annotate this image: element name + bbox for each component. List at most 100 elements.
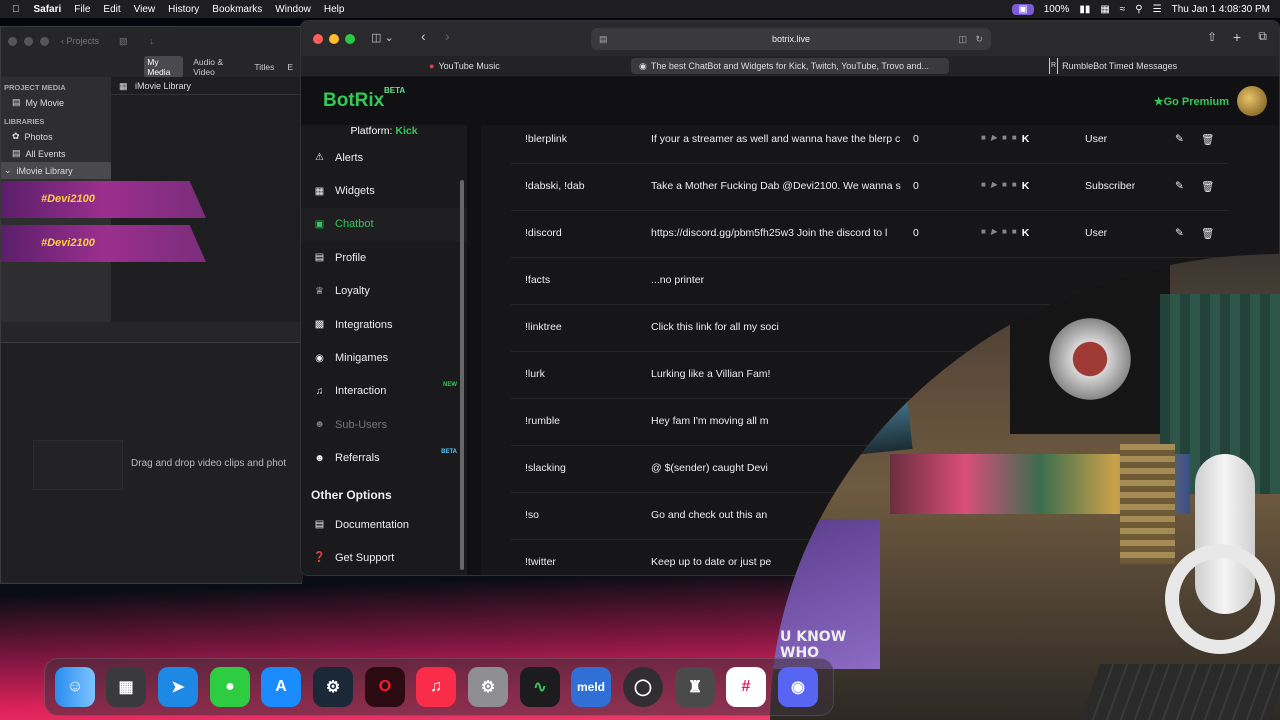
sidebar-item-photos[interactable]: ✿ Photos	[1, 128, 111, 145]
reload-icon[interactable]: ↻	[975, 28, 983, 50]
search-icon[interactable]: ⚲	[1135, 4, 1142, 15]
sidebar-item-imovie-library[interactable]: ⌄ iMovie Library	[1, 162, 111, 179]
tab-my-media[interactable]: My Media	[144, 56, 184, 78]
sidebar-item-get-support[interactable]: ❓ Get Support	[301, 541, 467, 574]
sidebar-item-loyalty[interactable]: ♕ Loyalty	[301, 275, 467, 308]
grid-icon[interactable]: ▦	[119, 81, 128, 91]
menu-bookmarks[interactable]: Bookmarks	[212, 4, 262, 15]
sidebar-item-all-events[interactable]: ▤ All Events	[1, 145, 111, 162]
rumble-icon[interactable]: ■	[1012, 133, 1017, 145]
title-clip[interactable]: #Devi2100	[1, 181, 206, 218]
music-icon[interactable]: ♫	[416, 667, 456, 707]
sidebar-item-profile[interactable]: ▤ Profile	[301, 241, 467, 274]
sidebar-item-widgets[interactable]: ▦ Widgets	[301, 174, 467, 207]
tor-icon[interactable]: ♜	[675, 667, 715, 707]
messages-icon[interactable]: ●	[210, 667, 250, 707]
timeline-slot[interactable]	[33, 440, 123, 490]
sidebar-item-documentation[interactable]: ▤ Documentation	[301, 508, 467, 541]
go-premium-button[interactable]: ★Go Premium	[1154, 95, 1229, 108]
rumble-icon[interactable]: ■	[1012, 180, 1017, 192]
menu-view[interactable]: View	[134, 4, 156, 15]
trovo-icon[interactable]: ■	[1002, 180, 1007, 192]
sidebar-item-alerts[interactable]: ⚠ Alerts	[301, 141, 467, 174]
trash-icon[interactable]: 🗑	[1201, 180, 1214, 193]
new-tab-icon[interactable]: +	[1233, 29, 1241, 45]
finder-icon[interactable]: ☺	[55, 667, 95, 707]
meld-icon[interactable]: meld	[571, 667, 611, 707]
sidebar-item-sub-users[interactable]: ☻ Sub-Users	[301, 408, 467, 441]
menu-edit[interactable]: Edit	[103, 4, 120, 15]
minimize-button[interactable]	[329, 34, 339, 44]
tab-rumblebot[interactable]: R RumbleBot Timed Messages	[1049, 58, 1177, 74]
menu-window[interactable]: Window	[275, 4, 311, 15]
battery-icon[interactable]: ▮▮	[1079, 4, 1090, 15]
app-store-icon[interactable]: A	[261, 667, 301, 707]
steam-icon[interactable]: ⚙	[313, 667, 353, 707]
avatar[interactable]	[1237, 86, 1267, 116]
tab-effects[interactable]: E	[284, 61, 296, 73]
kick-icon[interactable]: K	[1022, 227, 1030, 239]
table-row[interactable]: !discord https://discord.gg/pbm5fh25w3 J…	[511, 211, 1228, 258]
forward-icon[interactable]: ›	[445, 28, 450, 44]
import-icon[interactable]: ↓	[150, 36, 155, 46]
sidebar-item-my-movie[interactable]: ▤ My Movie	[1, 94, 111, 111]
obs-icon[interactable]: ◯	[623, 667, 663, 707]
sidebar-item-minigames[interactable]: ◉ Minigames	[301, 341, 467, 374]
imovie-close-button[interactable]	[8, 36, 17, 46]
menu-app-name[interactable]: Safari	[34, 4, 62, 15]
trash-icon[interactable]: 🗑	[1201, 133, 1214, 146]
imovie-zoom-button[interactable]	[40, 36, 49, 46]
imovie-minimize-button[interactable]	[24, 36, 33, 46]
opera-icon[interactable]: O	[365, 667, 405, 707]
tab-youtube-music[interactable]: ● YouTube Music	[429, 58, 500, 74]
pencil-icon[interactable]: ✎	[1175, 227, 1184, 239]
view-icon[interactable]: ▧	[119, 36, 128, 47]
close-button[interactable]	[313, 34, 323, 44]
address-bar[interactable]: ▤ botrix.live ◫ ↻	[591, 28, 991, 50]
youtube-icon[interactable]: ▶	[991, 227, 997, 239]
title-clip[interactable]: #Devi2100	[1, 225, 206, 262]
sidebar-item-interaction[interactable]: ♫ Interaction NEW	[301, 375, 467, 408]
control-center-icon[interactable]: ☰	[1153, 4, 1162, 15]
page-menu-icon[interactable]: ▤	[599, 28, 608, 50]
timeline[interactable]: Drag and drop video clips and phot	[1, 342, 303, 582]
table-row[interactable]: !dabski, !dab Take a Mother Fucking Dab …	[511, 164, 1228, 211]
trash-icon[interactable]: 🗑	[1201, 227, 1214, 240]
discord-icon[interactable]: ◉	[778, 667, 818, 707]
launchpad-icon[interactable]: ▦	[106, 667, 146, 707]
projects-back-button[interactable]: ‹ Projects	[61, 36, 99, 46]
pencil-icon[interactable]: ✎	[1175, 133, 1184, 145]
table-row[interactable]: !blerplink If your a streamer as well an…	[511, 125, 1228, 164]
system-settings-icon[interactable]: ⚙	[468, 667, 508, 707]
activity-monitor-icon[interactable]: ∿	[520, 667, 560, 707]
tab-audio-video[interactable]: Audio & Video	[190, 56, 244, 78]
menu-file[interactable]: File	[74, 4, 90, 15]
safari-icon[interactable]: ➤	[158, 667, 198, 707]
trovo-icon[interactable]: ■	[1002, 133, 1007, 145]
sidebar-item-chatbot[interactable]: ▣ Chatbot	[301, 207, 467, 242]
zoom-button[interactable]	[345, 34, 355, 44]
tab-titles[interactable]: Titles	[251, 61, 277, 73]
kick-icon[interactable]: K	[1022, 133, 1030, 145]
tab-botrix[interactable]: ◉ The best ChatBot and Widgets for Kick, …	[631, 58, 949, 74]
sidebar-toggle-icon[interactable]: ◫ ⌄	[371, 31, 394, 44]
twitch-icon[interactable]: ■	[981, 133, 986, 145]
trovo-icon[interactable]: ■	[1002, 227, 1007, 239]
translate-icon[interactable]: ◫	[958, 28, 967, 50]
rumble-icon[interactable]: ■	[1012, 227, 1017, 239]
sidebar-item-referrals[interactable]: ☻ Referrals BETA	[301, 442, 467, 475]
menu-help[interactable]: Help	[324, 4, 345, 15]
slack-icon[interactable]: #	[726, 667, 766, 707]
wifi-icon[interactable]: ≈	[1120, 4, 1126, 15]
youtube-icon[interactable]: ▶	[991, 133, 997, 145]
sidebar-scrollbar[interactable]	[460, 180, 464, 570]
twitch-icon[interactable]: ■	[981, 227, 986, 239]
tab-overview-icon[interactable]: ⧉	[1258, 29, 1267, 44]
sidebar-item-integrations[interactable]: ▩ Integrations	[301, 308, 467, 341]
twitch-icon[interactable]: ■	[981, 180, 986, 192]
clock[interactable]: Thu Jan 1 4:08:30 PM	[1172, 4, 1270, 15]
share-icon[interactable]: ⇧	[1207, 30, 1217, 44]
menu-history[interactable]: History	[168, 4, 199, 15]
apple-icon[interactable]: 	[12, 4, 20, 15]
pencil-icon[interactable]: ✎	[1175, 180, 1184, 192]
